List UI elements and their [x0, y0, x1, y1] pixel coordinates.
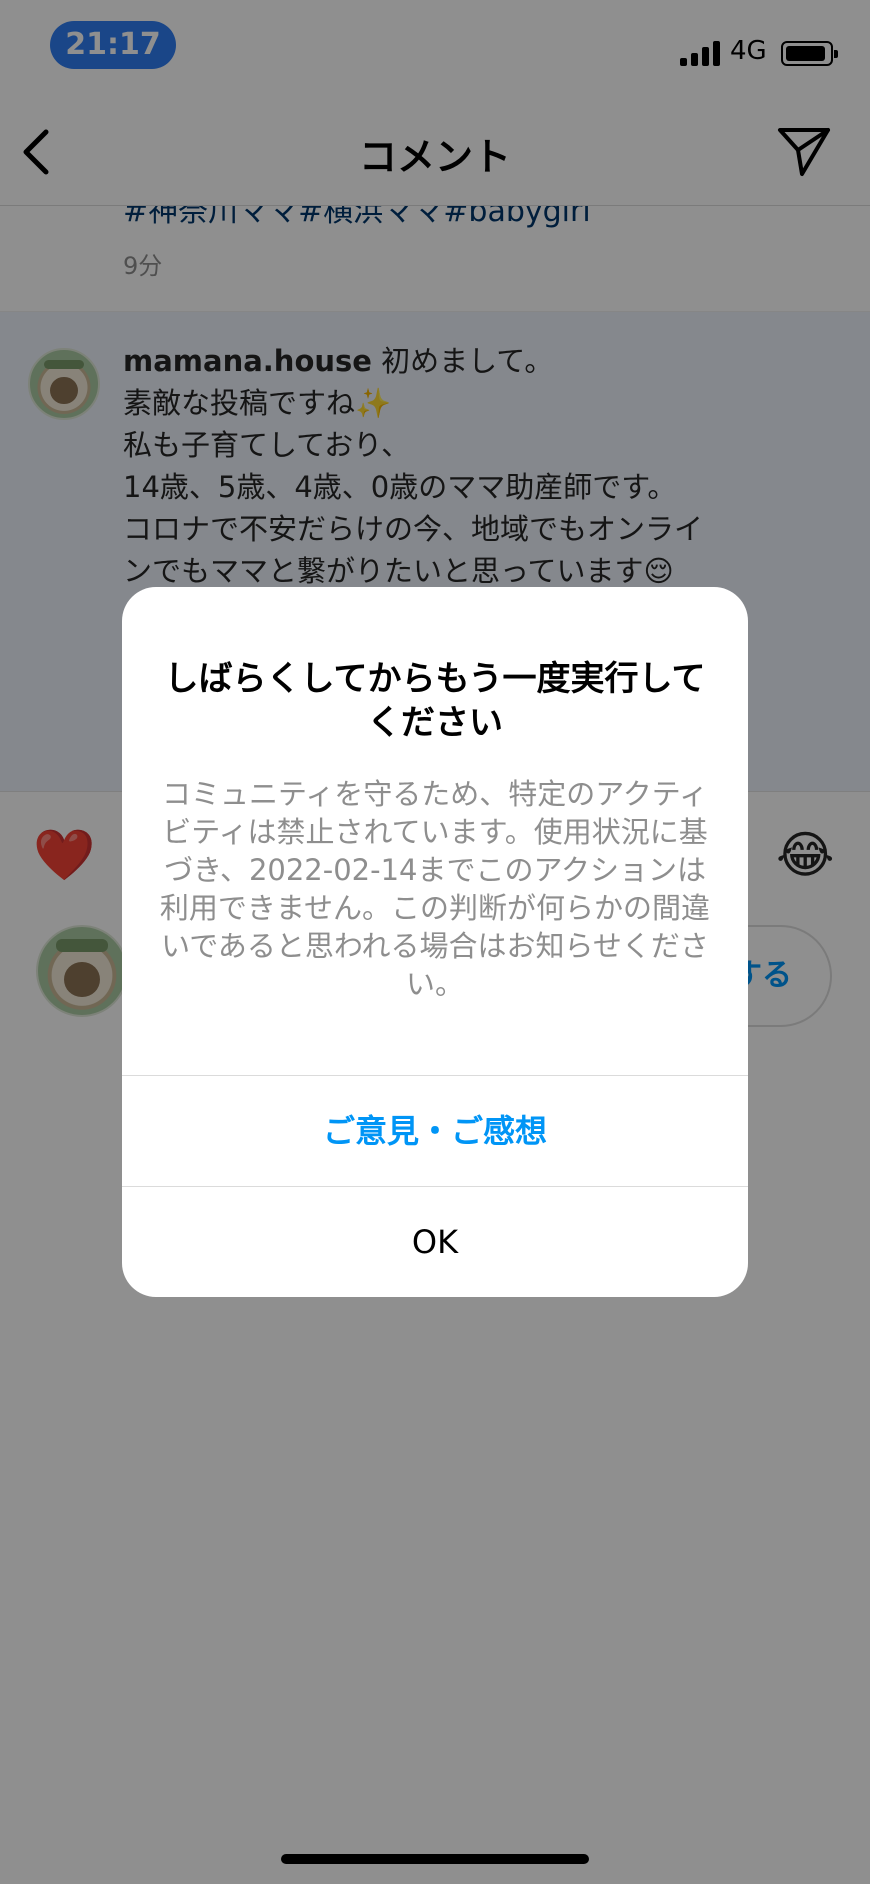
dialog-message: コミュニティを守るため、特定のアクティビティは禁止されています。使用状況に基づき…: [159, 777, 711, 1001]
feedback-button[interactable]: ご意見・ご感想: [122, 1076, 748, 1186]
action-blocked-dialog: しばらくしてからもう一度実行してください コミュニティを守るため、特定のアクティ…: [122, 587, 748, 1297]
ok-button[interactable]: OK: [122, 1187, 748, 1297]
dialog-title: しばらくしてからもう一度実行してください: [164, 659, 706, 743]
home-indicator[interactable]: [281, 1854, 589, 1864]
